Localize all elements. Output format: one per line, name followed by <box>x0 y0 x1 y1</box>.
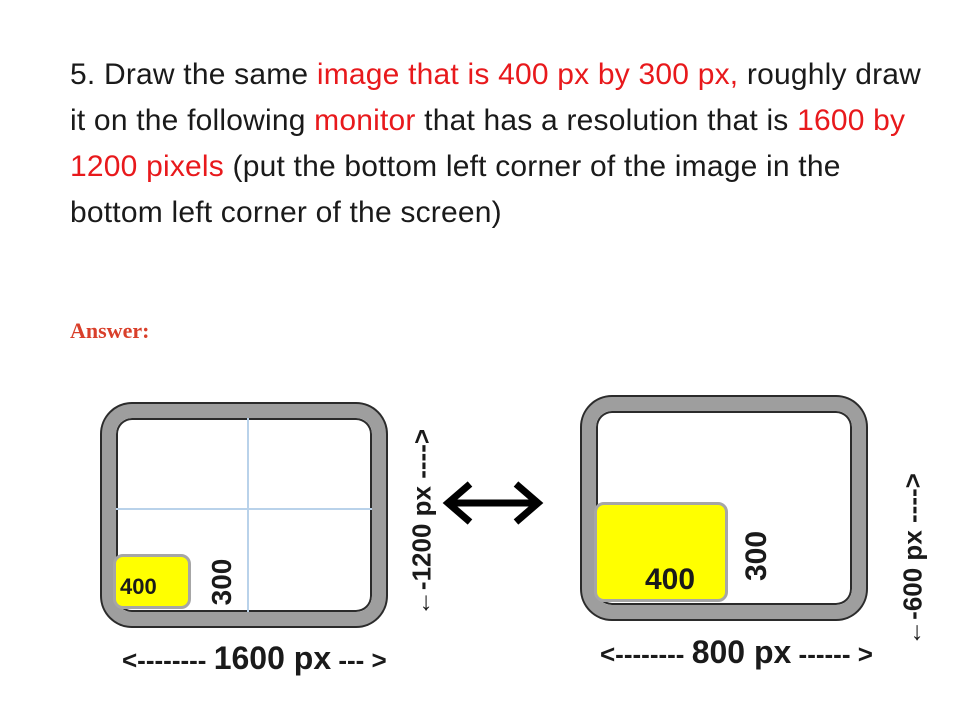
horizontal-gridline <box>116 508 372 510</box>
image-size-highlight: image that is 400 px by 300 px, <box>316 58 739 91</box>
large-image-width-label: 400 <box>645 563 696 596</box>
monitor-600-height-label: ←-600 px ----> <box>897 473 928 646</box>
double-arrow-icon <box>442 481 544 525</box>
answer-label: Answer: <box>70 318 150 343</box>
large-image-height-label: 300 <box>740 530 773 582</box>
monitor-highlight: monitor <box>314 104 416 137</box>
monitor-800-width-label: <-------- 800 px ------ > <box>600 634 873 670</box>
monitor-1200-height-label: ←-1200 px ----> <box>406 428 437 617</box>
small-image-height-label: 300 <box>206 558 237 606</box>
vertical-gridline <box>247 418 249 612</box>
monitor-1600-width-label: <-------- 1600 px --- > <box>122 640 387 676</box>
small-image-width-label: 400 <box>120 574 157 599</box>
question-text: 5. Draw the same image that is 400 px by… <box>70 58 922 229</box>
question-number: 5. <box>70 58 96 91</box>
